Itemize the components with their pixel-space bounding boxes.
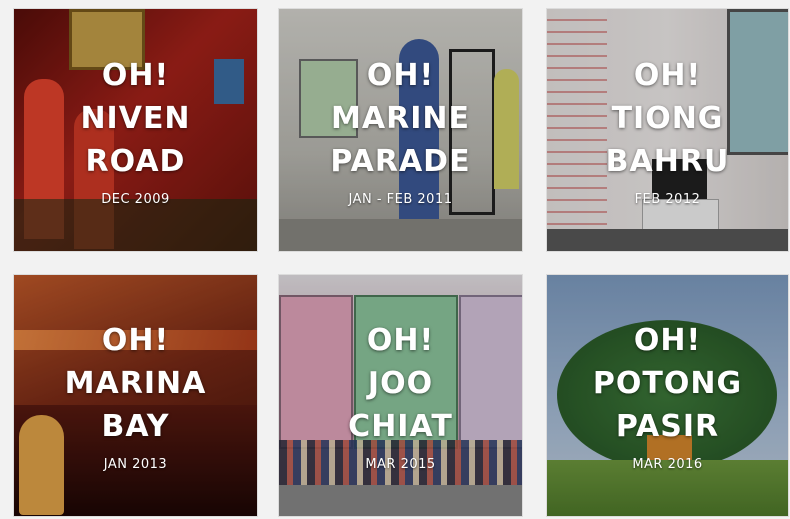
tile-title-line-1: OH! [633, 323, 702, 358]
tile-date: JAN 2013 [103, 457, 168, 472]
tile-title-line-1: OH! [633, 57, 702, 93]
tile-label-marina-bay: OH! MARINA BAY JAN 2013 [14, 275, 257, 516]
tile-title-line-1: OH! [101, 57, 170, 93]
tile-marina-bay[interactable]: OH! MARINA BAY JAN 2013 [13, 274, 258, 517]
tile-niven-road[interactable]: OH! NIVEN ROAD DEC 2009 [13, 8, 258, 252]
tile-title-line-3: BAY [101, 409, 170, 444]
tile-label-niven-road: OH! NIVEN ROAD DEC 2009 [14, 9, 257, 251]
tile-date: FEB 2012 [634, 191, 701, 207]
tile-title-line-3: CHIAT [348, 409, 453, 444]
tile-marine-parade[interactable]: OH! MARINE PARADE JAN - FEB 2011 [278, 8, 523, 252]
tile-date: JAN - FEB 2011 [348, 191, 453, 207]
tile-tiong-bahru[interactable]: OH! TIONG BAHRU FEB 2012 [546, 8, 789, 252]
tile-label-joo-chiat: OH! JOO CHIAT MAR 2015 [279, 275, 522, 516]
tile-joo-chiat[interactable]: OH! JOO CHIAT MAR 2015 [278, 274, 523, 517]
tile-label-tiong-bahru: OH! TIONG BAHRU FEB 2012 [547, 9, 788, 251]
tile-title-line-3: PASIR [615, 409, 720, 444]
tile-title-line-2: JOO [367, 366, 434, 401]
tile-potong-pasir[interactable]: OH! POTONG PASIR MAR 2016 [546, 274, 789, 517]
tile-date: DEC 2009 [101, 191, 170, 207]
tile-date: MAR 2016 [632, 457, 703, 472]
tile-title-line-1: OH! [366, 323, 435, 358]
tile-title-line-2: NIVEN [80, 100, 191, 136]
tile-label-marine-parade: OH! MARINE PARADE JAN - FEB 2011 [279, 9, 522, 251]
tile-title-line-2: POTONG [592, 366, 743, 401]
tile-title-line-1: OH! [101, 323, 170, 358]
tile-title-line-2: TIONG [611, 100, 724, 136]
tile-title-line-3: ROAD [85, 143, 186, 179]
tile-title-line-3: PARADE [330, 143, 471, 179]
tile-title-line-2: MARINA [64, 366, 207, 401]
tile-title-line-2: MARINE [331, 100, 470, 136]
tile-title-line-3: BAHRU [605, 143, 730, 179]
tile-label-potong-pasir: OH! POTONG PASIR MAR 2016 [547, 275, 788, 516]
tile-title-line-1: OH! [366, 57, 435, 93]
tile-date: MAR 2015 [365, 457, 436, 472]
exhibition-grid: OH! NIVEN ROAD DEC 2009 OH! MARINE PARAD… [0, 0, 790, 519]
